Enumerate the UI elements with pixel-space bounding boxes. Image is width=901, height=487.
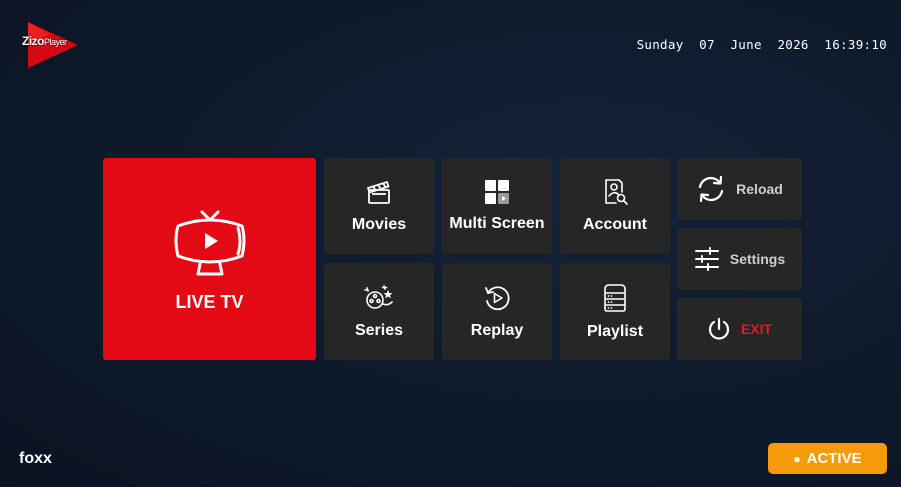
series-tile[interactable]: Series bbox=[324, 263, 434, 360]
account-icon bbox=[605, 179, 628, 205]
sliders-icon bbox=[694, 247, 719, 271]
app-logo: ZizoPlayer bbox=[20, 20, 84, 70]
logo-text: ZizoPlayer bbox=[22, 34, 67, 48]
playlist-label: Playlist bbox=[586, 322, 644, 340]
reload-button[interactable]: Reload bbox=[677, 158, 802, 220]
power-icon bbox=[708, 317, 729, 340]
status-badge: ● ACTIVE bbox=[768, 443, 887, 474]
movies-tile[interactable]: Movies bbox=[324, 158, 434, 254]
multi-screen-label: Multi Screen bbox=[449, 215, 545, 232]
datetime-display: Sunday 07 June 2026 16:39:10 bbox=[636, 37, 887, 52]
film-reel-icon bbox=[364, 284, 393, 309]
live-tv-tile[interactable]: LIVE TV bbox=[103, 158, 316, 360]
exit-label: EXIT bbox=[740, 321, 773, 337]
playlist-server-icon bbox=[604, 283, 626, 312]
status-label: ACTIVE bbox=[806, 450, 862, 467]
settings-label: Settings bbox=[729, 251, 786, 267]
multi-screen-tile[interactable]: Multi Screen bbox=[442, 158, 552, 254]
status-dot: ● bbox=[793, 451, 801, 466]
replay-icon bbox=[485, 285, 510, 310]
clapperboard-icon bbox=[367, 181, 390, 204]
playlist-tile[interactable]: Playlist bbox=[560, 263, 670, 360]
reload-label: Reload bbox=[736, 181, 783, 197]
account-label: Account bbox=[583, 216, 647, 233]
live-tv-icon bbox=[174, 210, 245, 275]
series-label: Series bbox=[354, 321, 404, 339]
grid-screens-icon bbox=[485, 180, 509, 204]
settings-button[interactable]: Settings bbox=[677, 228, 802, 290]
reload-icon bbox=[699, 175, 724, 203]
live-tv-label: LIVE TV bbox=[175, 291, 244, 312]
username: foxx bbox=[19, 450, 52, 467]
movies-label: Movies bbox=[351, 216, 407, 233]
exit-button[interactable]: EXIT bbox=[677, 298, 802, 360]
replay-label: Replay bbox=[470, 321, 524, 339]
replay-tile[interactable]: Replay bbox=[442, 263, 552, 360]
account-tile[interactable]: Account bbox=[560, 158, 670, 254]
